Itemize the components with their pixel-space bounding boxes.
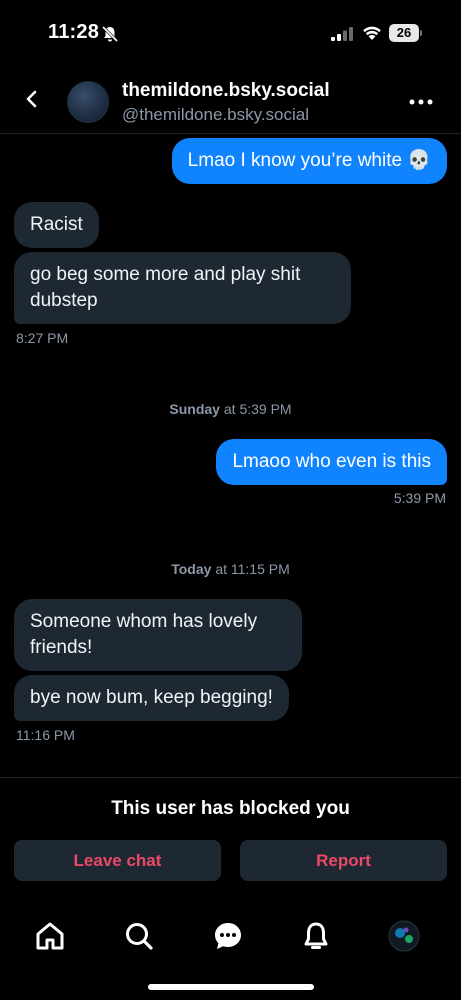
avatar[interactable] xyxy=(67,81,109,123)
divider xyxy=(0,777,461,778)
message-text: Lmaoo who even is this xyxy=(232,451,431,472)
chat-handle: @themildone.bsky.social xyxy=(122,105,310,124)
message-bubble-outgoing[interactable]: Lmaoo who even is this xyxy=(216,439,447,485)
message-text: Racist xyxy=(30,214,83,235)
day-separator-time: at 5:39 PM xyxy=(223,401,292,417)
message-bubble-outgoing[interactable]: Lmao I know you’re white 💀 xyxy=(171,138,447,184)
battery-nub xyxy=(420,30,422,36)
chat-icon[interactable] xyxy=(212,920,244,952)
day-separator-day: Today xyxy=(171,561,212,577)
chevron-left-icon[interactable] xyxy=(22,89,42,109)
day-separator-time: at 11:15 PM xyxy=(215,561,290,577)
wifi-icon xyxy=(363,26,381,40)
home-indicator[interactable] xyxy=(148,984,314,990)
day-separator: Today at 11:15 PM xyxy=(0,561,461,577)
bell-icon[interactable] xyxy=(300,920,332,952)
message-timestamp: 5:39 PM xyxy=(393,490,446,506)
search-icon[interactable] xyxy=(123,920,155,952)
message-text: Someone whom has lovely friends! xyxy=(30,611,258,658)
message-timestamp: 11:16 PM xyxy=(16,727,75,743)
leave-chat-button[interactable]: Leave chat xyxy=(14,840,221,881)
cellular-signal-icon xyxy=(331,27,353,41)
battery-icon: 26 xyxy=(389,24,423,42)
profile-avatar[interactable] xyxy=(388,920,420,952)
blocked-notice: This user has blocked you xyxy=(111,798,350,819)
status-bar: 11:28 26 xyxy=(0,0,461,62)
message-text: go beg some more and play shit dubstep xyxy=(30,264,301,311)
bell-slash-icon xyxy=(101,25,119,43)
battery-level: 26 xyxy=(389,24,419,42)
message-bubble-incoming[interactable]: bye now bum, keep begging! xyxy=(14,675,289,721)
home-icon[interactable] xyxy=(34,920,66,952)
message-timestamp: 8:27 PM xyxy=(16,330,69,346)
more-horizontal-icon[interactable] xyxy=(409,99,433,105)
chat-display-name[interactable]: themildone.bsky.social xyxy=(122,80,330,102)
message-bubble-incoming[interactable]: Someone whom has lovely friends! xyxy=(14,599,302,671)
day-separator-day: Sunday xyxy=(169,401,220,417)
message-bubble-incoming[interactable]: Racist xyxy=(14,202,99,248)
message-text: Lmao I know you’re white 💀 xyxy=(187,150,431,171)
chat-header: themildone.bsky.social @themildone.bsky.… xyxy=(0,62,461,134)
day-separator: Sunday at 5:39 PM xyxy=(0,401,461,417)
status-time: 11:28 xyxy=(48,21,100,43)
report-button[interactable]: Report xyxy=(240,840,447,881)
message-bubble-incoming[interactable]: go beg some more and play shit dubstep xyxy=(14,252,351,324)
message-text: bye now bum, keep begging! xyxy=(30,687,273,708)
